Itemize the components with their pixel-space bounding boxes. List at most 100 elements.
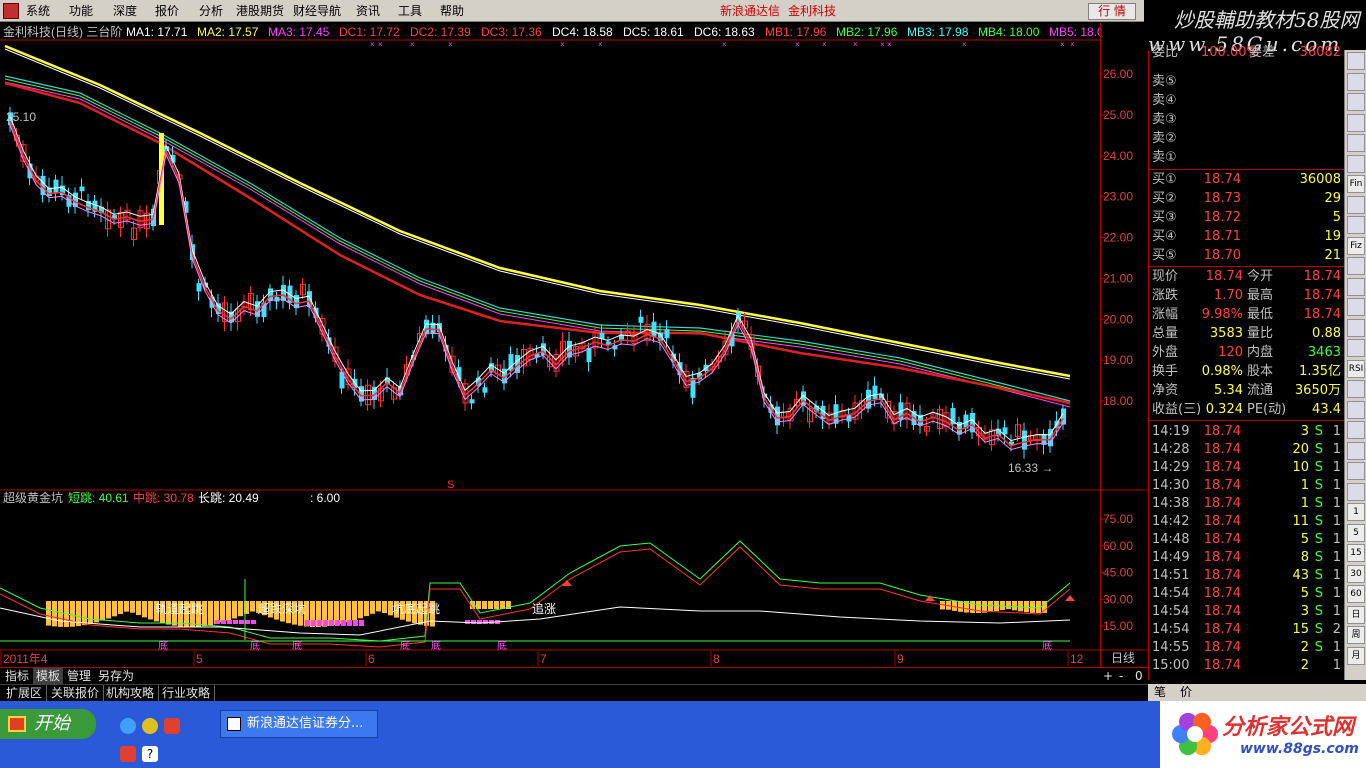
tool-button-22[interactable]: 1 (1347, 503, 1365, 521)
tick-side: S (1314, 424, 1323, 439)
indicator-tick: 30.00 (1103, 592, 1133, 606)
short-ma-line (9, 115, 1064, 442)
ma-cyan-line (4, 75, 1071, 402)
tool-button-20[interactable] (1347, 462, 1365, 480)
browser-icon[interactable] (142, 718, 158, 734)
pit-bar (376, 601, 381, 612)
tool-button-25[interactable]: 30 (1347, 564, 1365, 583)
tool-button-27[interactable]: 日 (1347, 605, 1365, 624)
menu-2[interactable]: 深度 (113, 0, 137, 22)
deep-bar (347, 620, 352, 626)
pit-bar (370, 601, 375, 614)
tool-button-3[interactable] (1347, 113, 1365, 132)
windows-logo-icon (8, 716, 26, 732)
indicator-label-6: DC4: 18.58 (552, 25, 613, 39)
tick-price: 18.74 (1203, 460, 1241, 475)
indicator-short: 短跳: 40.61 (68, 491, 129, 505)
indicator-label-4: DC2: 17.39 (410, 25, 471, 39)
status-0[interactable]: 笔 (1154, 684, 1166, 701)
tool-button-23[interactable]: 5 (1347, 523, 1365, 542)
menu-6[interactable]: 财经导航 (293, 0, 341, 22)
tool-button-18[interactable] (1347, 421, 1365, 439)
tool-button-12[interactable] (1347, 298, 1365, 316)
tool-button-24[interactable]: 15 (1347, 544, 1365, 562)
stat-row: 收益(三) 0.324 PE(动) 43.4 (1149, 400, 1345, 419)
tool-button-13[interactable] (1347, 318, 1365, 337)
tool-button-17[interactable] (1347, 400, 1365, 419)
zoom-button-0[interactable]: + (1100, 668, 1116, 684)
tab-1[interactable]: 模板 (33, 668, 64, 684)
windows-icon[interactable] (164, 718, 180, 734)
tool-button-4[interactable] (1347, 134, 1365, 152)
tick-price: 18.74 (1203, 622, 1241, 637)
tab-0[interactable]: 指标 (2, 668, 32, 684)
ext-tab-3[interactable]: 行业攻略 (158, 685, 216, 702)
tool-button-29[interactable]: 月 (1347, 646, 1365, 665)
tool-button-28[interactable]: 周 (1347, 626, 1365, 644)
pit-bar (208, 601, 213, 626)
site-logo-url: www.88gs.com (1240, 741, 1359, 757)
tool-button-9[interactable]: Fiz (1347, 236, 1365, 255)
menu-3[interactable]: 报价 (155, 0, 179, 22)
candle-body (690, 377, 696, 398)
pit-bar (1030, 601, 1035, 613)
order-ratio-value: 100.00% (1201, 45, 1259, 60)
stat-value: 3650万 (1294, 383, 1341, 398)
app-s-icon[interactable] (120, 746, 136, 762)
short-ma-line (9, 120, 1064, 447)
tool-button-14[interactable] (1347, 339, 1365, 357)
tool-button-26[interactable]: 60 (1347, 585, 1365, 603)
taskbar-item[interactable]: 新浪通达信证券分... (220, 710, 378, 738)
ext-tab-0[interactable]: 扩展区 (2, 685, 48, 702)
menu-0[interactable]: 系统 (26, 0, 50, 22)
tool-button-1[interactable] (1347, 72, 1365, 91)
tool-button-15[interactable]: RSI (1347, 359, 1365, 378)
app-icon[interactable] (3, 3, 19, 19)
tool-button-6[interactable]: Fin (1347, 175, 1365, 193)
menu-1[interactable]: 功能 (69, 0, 93, 22)
status-bar: 笔价 (1148, 684, 1366, 701)
start-button[interactable]: 开始 (0, 709, 96, 739)
tool-button-5[interactable] (1347, 154, 1365, 173)
candles (8, 106, 1066, 459)
price-tick: 22.00 (1103, 231, 1133, 245)
tick-count: 1 (1332, 658, 1341, 673)
tab-3[interactable]: 另存为 (95, 668, 137, 684)
flower-center (1187, 726, 1203, 742)
tool-button-21[interactable] (1347, 482, 1365, 501)
menu-4[interactable]: 分析 (199, 0, 223, 22)
status-1[interactable]: 价 (1180, 684, 1192, 701)
tool-button-16[interactable] (1347, 380, 1365, 398)
pit-bar (46, 601, 51, 626)
tool-button-19[interactable] (1347, 441, 1365, 460)
quote-button[interactable]: 行 情 (1088, 3, 1136, 20)
tool-button-0[interactable] (1347, 52, 1365, 70)
ext-tab-1[interactable]: 关联报价 (47, 685, 105, 702)
menu-9[interactable]: 帮助 (440, 0, 464, 22)
zoom-button-1[interactable]: - (1116, 668, 1126, 684)
kline-chart[interactable]: 金利科技(日线) 三台阶 MA1: 17.71 MA2: 17.57 MA3: 17.… (0, 23, 1100, 668)
tool-button-10[interactable] (1347, 257, 1365, 275)
tool-button-8[interactable] (1347, 216, 1365, 234)
tab-2[interactable]: 管理 (64, 668, 94, 684)
tick-price: 18.74 (1203, 658, 1241, 673)
indicator-label-3: DC1: 17.72 (339, 25, 400, 39)
kline-chart-area[interactable]: 金利科技(日线) 三台阶 MA1: 17.71 MA2: 17.57 MA3: 17.… (0, 23, 1100, 668)
help-icon[interactable]: ? (142, 746, 158, 762)
menu-5[interactable]: 港股期货 (236, 0, 284, 22)
deep-bar (353, 620, 358, 626)
stat-value: 3463 (1307, 345, 1341, 360)
menu-8[interactable]: 工具 (398, 0, 422, 22)
ie-icon[interactable] (120, 718, 136, 734)
ext-tab-2[interactable]: 机构攻略 (102, 685, 160, 702)
deep-bar (317, 620, 322, 626)
date-label: 8 (713, 652, 720, 666)
zoom-button-2[interactable]: 0 (1132, 668, 1146, 684)
pit-bar (952, 601, 957, 611)
tool-button-11[interactable] (1347, 277, 1365, 296)
tick-time: 14:54 (1152, 622, 1190, 637)
tool-button-7[interactable] (1347, 195, 1365, 214)
tick-count: 1 (1332, 604, 1341, 619)
menu-7[interactable]: 资讯 (356, 0, 380, 22)
tool-button-2[interactable] (1347, 93, 1365, 111)
